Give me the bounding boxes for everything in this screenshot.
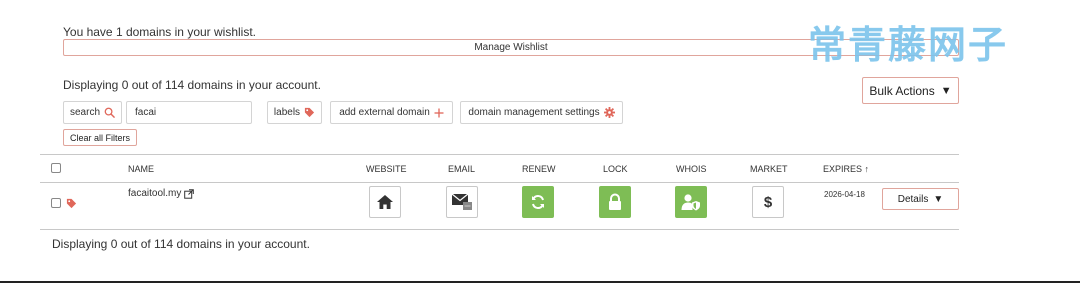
domain-name-cell: facaitool.my <box>128 188 195 199</box>
header-whois: WHOIS <box>676 164 707 174</box>
header-lock: LOCK <box>603 164 628 174</box>
watermark: 常青藤网子 <box>808 23 1009 67</box>
details-button[interactable]: Details ▼ <box>882 188 959 210</box>
add-external-domain-button[interactable]: add external domain <box>330 101 453 124</box>
select-all-checkbox[interactable] <box>51 163 61 173</box>
domain-count-summary-bottom: Displaying 0 out of 114 domains in your … <box>52 237 310 251</box>
bulk-actions-button[interactable]: Bulk Actions ▼ <box>862 77 959 104</box>
expiry-date: 2026-04-18 <box>824 190 865 199</box>
plus-icon <box>434 108 444 118</box>
tag-icon <box>304 107 315 118</box>
bulk-actions-label: Bulk Actions <box>869 83 935 98</box>
search-button[interactable]: search <box>63 101 122 124</box>
add-external-domain-label: add external domain <box>339 107 430 118</box>
labels-button[interactable]: labels <box>267 101 322 124</box>
sort-ascending-icon: ↑ <box>864 164 870 174</box>
external-link-icon[interactable] <box>184 188 195 199</box>
table-bottom-rule <box>40 229 959 230</box>
search-icon <box>104 107 115 118</box>
dollar-icon: $ <box>763 193 773 211</box>
settings-label: domain management settings <box>468 107 600 118</box>
header-email: EMAIL <box>448 164 476 174</box>
header-website: WEBSITE <box>366 164 407 174</box>
search-label: search <box>69 107 100 118</box>
renew-button[interactable] <box>522 186 554 218</box>
table-top-rule <box>40 154 959 155</box>
refresh-icon <box>530 194 546 210</box>
market-button[interactable]: $ <box>752 186 784 218</box>
user-shield-icon <box>681 193 701 211</box>
labels-label: labels <box>273 107 301 118</box>
lock-button[interactable] <box>599 186 631 218</box>
header-renew: RENEW <box>522 164 556 174</box>
header-market: MARKET <box>750 164 788 174</box>
details-label: Details <box>897 193 929 205</box>
header-expires-label: EXPIRES <box>823 164 863 174</box>
header-expires[interactable]: EXPIRES ↑ <box>823 164 869 174</box>
whois-button[interactable] <box>675 186 707 218</box>
domain-management-settings-button[interactable]: domain management settings <box>460 101 623 124</box>
domain-name[interactable]: facaitool.my <box>128 188 181 199</box>
caret-down-icon: ▼ <box>933 193 944 205</box>
clear-filters-button[interactable]: Clear all Filters <box>63 129 137 146</box>
gear-icon <box>603 107 615 118</box>
header-rule <box>40 182 959 183</box>
row-tag-icon[interactable] <box>66 198 77 209</box>
wishlist-text: You have 1 domains in your wishlist. <box>63 25 256 39</box>
lock-icon <box>607 193 623 211</box>
row-checkbox[interactable] <box>51 198 61 208</box>
home-icon <box>376 194 394 210</box>
domain-count-summary: Displaying 0 out of 114 domains in your … <box>63 78 321 92</box>
envelope-icon <box>451 192 473 212</box>
website-button[interactable] <box>369 186 401 218</box>
header-name[interactable]: NAME <box>128 164 154 174</box>
caret-down-icon: ▼ <box>940 84 952 97</box>
search-input[interactable] <box>126 101 252 124</box>
email-button[interactable] <box>446 186 478 218</box>
